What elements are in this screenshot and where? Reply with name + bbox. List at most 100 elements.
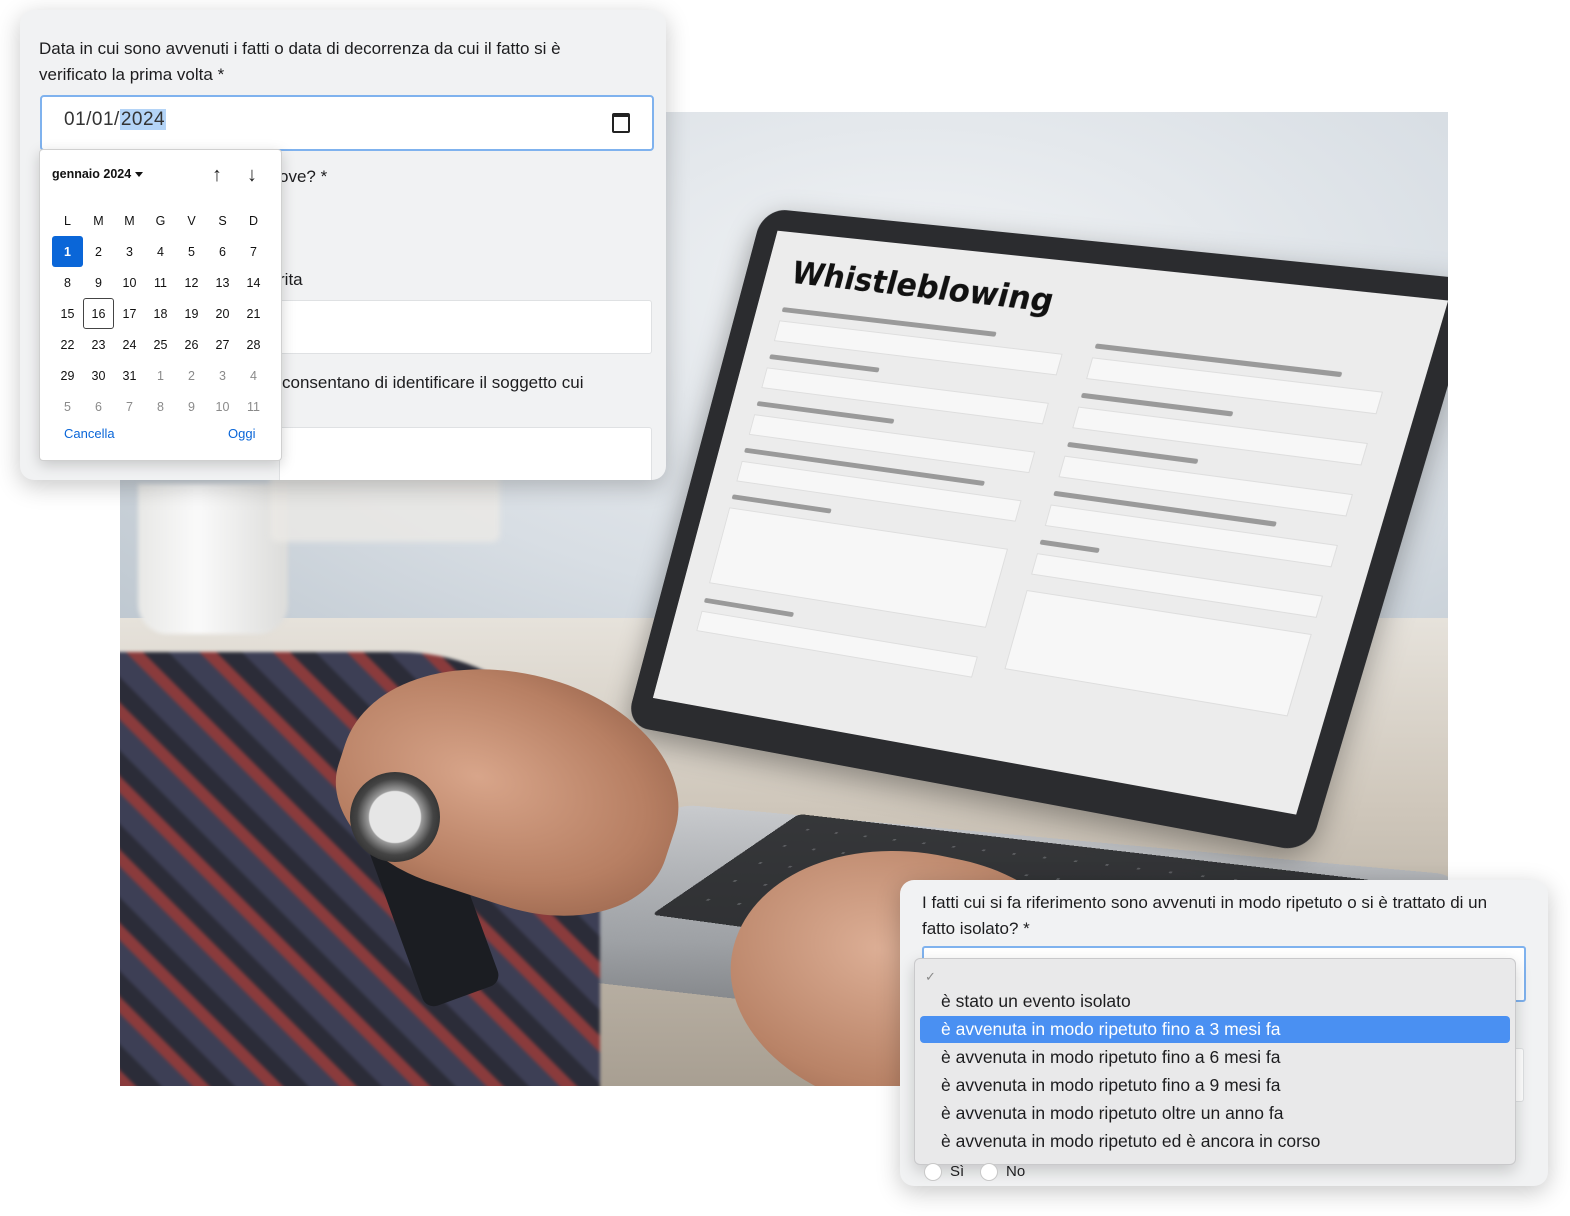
weekday-header: L M M G V S D (52, 205, 269, 236)
photo-mug (138, 484, 288, 634)
caret-down-icon (135, 172, 144, 178)
option-ripetuto-oltre-anno[interactable]: è avvenuta in modo ripetuto oltre un ann… (920, 1100, 1510, 1127)
cancel-button[interactable]: Cancella (64, 426, 115, 441)
date-picker-popup: gennaio 2024 ↑ ↓ L M M G V S D 1 2 3 4 5… (39, 149, 282, 461)
arrow-up-icon[interactable]: ↑ (204, 162, 230, 188)
repeat-question-card: I fatti cui si fa riferimento sono avven… (900, 880, 1548, 1186)
calendar-day[interactable]: 2 (83, 236, 114, 267)
calendar-day[interactable]: 23 (83, 329, 114, 360)
option-evento-isolato[interactable]: è stato un evento isolato (920, 988, 1510, 1015)
calendar-day[interactable]: 4 (145, 236, 176, 267)
calendar-day[interactable]: 9 (83, 267, 114, 298)
weekday-label: G (155, 213, 166, 228)
calendar-day[interactable]: 27 (207, 329, 238, 360)
laptop-display: Whistleblowing (652, 230, 1448, 815)
date-input[interactable]: 01/01/2024 (40, 95, 654, 151)
calendar-day[interactable]: 30 (83, 360, 114, 391)
calendar-day-next-month[interactable]: 11 (238, 391, 269, 422)
option-ripetuto-3-mesi[interactable]: è avvenuta in modo ripetuto fino a 3 mes… (920, 1016, 1510, 1043)
calendar-week: 1 2 3 4 5 6 7 (52, 236, 269, 267)
weekday-label: V (187, 213, 196, 228)
calendar-week: 22 23 24 25 26 27 28 (52, 329, 269, 360)
reperita-question-label: rita (279, 270, 303, 289)
calendar-day-today[interactable]: 16 (83, 298, 114, 329)
calendar-day-next-month[interactable]: 3 (207, 360, 238, 391)
calendar-day-selected[interactable]: 1 (52, 236, 83, 267)
calendar-day[interactable]: 15 (52, 298, 83, 329)
screen-field (1086, 357, 1384, 415)
calendar-day[interactable]: 13 (207, 267, 238, 298)
date-input-value: 01/01/2024 (64, 109, 167, 131)
calendar-day[interactable]: 18 (145, 298, 176, 329)
date-value-selected-segment[interactable]: 2024 (119, 109, 167, 130)
calendar-day-next-month[interactable]: 8 (145, 391, 176, 422)
calendar-day-next-month[interactable]: 10 (207, 391, 238, 422)
calendar-day[interactable]: 17 (114, 298, 145, 329)
screen-field (761, 367, 1049, 425)
calendar-day[interactable]: 21 (238, 298, 269, 329)
prove-question-label: ove? * (279, 167, 328, 186)
reperita-input[interactable] (279, 300, 652, 354)
month-year-label: gennaio 2024 (52, 167, 132, 181)
calendar-day[interactable]: 3 (114, 236, 145, 267)
calendar-day[interactable]: 22 (52, 329, 83, 360)
calendar-day[interactable]: 19 (176, 298, 207, 329)
calendar-day[interactable]: 20 (207, 298, 238, 329)
calendar-day-next-month[interactable]: 2 (176, 360, 207, 391)
screen-field (1058, 455, 1353, 517)
calendar-day[interactable]: 31 (114, 360, 145, 391)
calendar-week: 29 30 31 1 2 3 4 (52, 360, 269, 391)
weekday-label: S (218, 213, 227, 228)
screen-field (696, 610, 978, 678)
option-ripetuto-6-mesi[interactable]: è avvenuta in modo ripetuto fino a 6 mes… (920, 1044, 1510, 1071)
weekday-label: D (248, 213, 259, 228)
calendar-day[interactable]: 6 (207, 236, 238, 267)
photo-tray (270, 472, 500, 542)
screen-label (1039, 539, 1100, 554)
weekday-label: L (64, 213, 71, 228)
laptop-screen-title: Whistleblowing (787, 254, 1059, 320)
radio-si[interactable] (924, 1163, 942, 1181)
repeat-question-label: I fatti cui si fa riferimento sono avven… (922, 893, 1488, 938)
identificare-question-label: consentano di identificare il soggetto c… (282, 373, 584, 392)
calendar-day[interactable]: 24 (114, 329, 145, 360)
calendar-grid: L M M G V S D 1 2 3 4 5 6 7 8 9 10 11 12… (52, 205, 269, 422)
calendar-day[interactable]: 11 (145, 267, 176, 298)
radio-si-label: Sì (950, 1163, 965, 1180)
calendar-day[interactable]: 8 (52, 267, 83, 298)
calendar-day[interactable]: 28 (238, 329, 269, 360)
calendar-day-next-month[interactable]: 5 (52, 391, 83, 422)
calendar-day[interactable]: 5 (176, 236, 207, 267)
photo-watch (350, 772, 440, 862)
calendar-day-next-month[interactable]: 6 (83, 391, 114, 422)
month-year-selector[interactable]: gennaio 2024 (52, 167, 144, 181)
date-question-label: Data in cui sono avvenuti i fatti o data… (39, 39, 561, 84)
screen-field (1072, 406, 1369, 466)
calendar-day[interactable]: 14 (238, 267, 269, 298)
calendar-day[interactable]: 26 (176, 329, 207, 360)
calendar-footer: Cancella Oggi (40, 426, 281, 450)
repeat-options-list: ✓ è stato un evento isolato è avvenuta i… (914, 958, 1516, 1165)
option-ripetuto-9-mesi[interactable]: è avvenuta in modo ripetuto fino a 9 mes… (920, 1072, 1510, 1099)
identificare-input[interactable] (279, 427, 652, 480)
calendar-week: 5 6 7 8 9 10 11 (52, 391, 269, 422)
calendar-day-next-month[interactable]: 7 (114, 391, 145, 422)
calendar-day[interactable]: 29 (52, 360, 83, 391)
checkmark-icon: ✓ (925, 969, 936, 984)
today-button[interactable]: Oggi (228, 426, 255, 441)
calendar-icon[interactable] (612, 113, 630, 133)
calendar-day[interactable]: 12 (176, 267, 207, 298)
weekday-label: M (124, 213, 135, 228)
calendar-day-next-month[interactable]: 9 (176, 391, 207, 422)
calendar-day[interactable]: 25 (145, 329, 176, 360)
screen-field (773, 320, 1063, 376)
option-ripetuto-in-corso[interactable]: è avvenuta in modo ripetuto ed è ancora … (920, 1128, 1510, 1155)
radio-no-label: No (1006, 1163, 1026, 1180)
calendar-day[interactable]: 7 (238, 236, 269, 267)
calendar-day-next-month[interactable]: 1 (145, 360, 176, 391)
calendar-day[interactable]: 10 (114, 267, 145, 298)
calendar-day-next-month[interactable]: 4 (238, 360, 269, 391)
radio-no[interactable] (980, 1163, 998, 1181)
calendar-week: 8 9 10 11 12 13 14 (52, 267, 269, 298)
arrow-down-icon[interactable]: ↓ (239, 162, 265, 188)
